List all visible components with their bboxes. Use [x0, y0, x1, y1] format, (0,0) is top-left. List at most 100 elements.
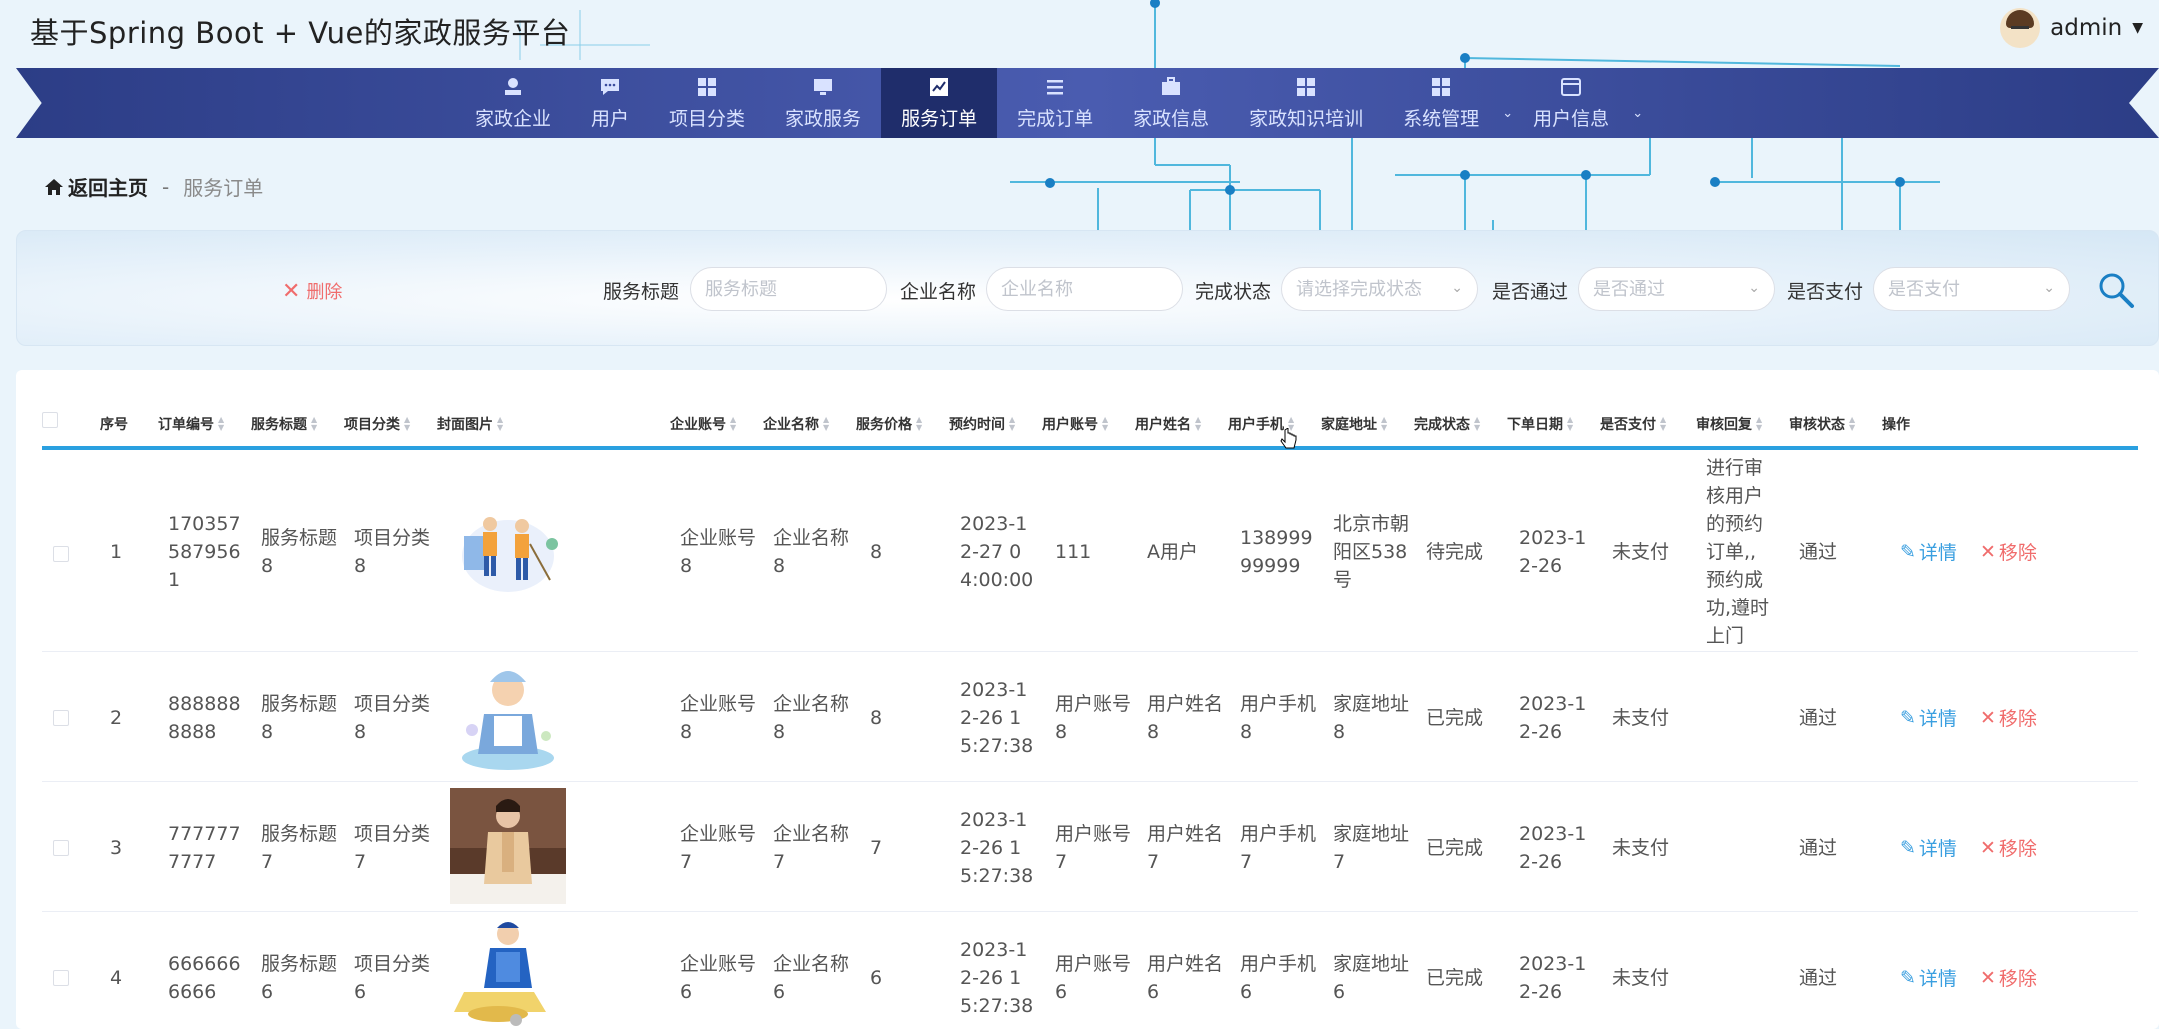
cell-company-name: 企业名称8 [773, 527, 850, 577]
user-stamp-icon [505, 77, 521, 95]
cell-category: 项目分类8 [354, 527, 431, 577]
cell-phone: 用户手机7 [1240, 823, 1317, 873]
breadcrumb-home[interactable]: 返回主页 [44, 172, 148, 201]
cell-address: 家庭地址7 [1333, 823, 1410, 873]
user-name[interactable]: admin [2050, 15, 2122, 41]
breadcrumb-home-label[interactable]: 返回主页 [68, 172, 148, 201]
th-status[interactable]: 完成状态 ▲ ▼ [1414, 414, 1480, 434]
edit-icon: ✎ [1900, 540, 1916, 563]
nav-label: 用户 [591, 107, 630, 130]
nav-item-system[interactable]: 系统管理 ⌄ [1383, 68, 1513, 138]
cover-image-maid-photo[interactable] [450, 788, 566, 904]
nav-item-info[interactable]: 家政信息 [1113, 68, 1229, 138]
pass-input[interactable] [1593, 278, 1760, 300]
cover-image-cleaner-vacuum[interactable] [450, 918, 566, 1029]
cell-paid: 未支付 [1612, 707, 1670, 729]
company-input[interactable] [1001, 278, 1168, 300]
remove-button[interactable]: ✕ 移除 [1980, 538, 2037, 565]
status-select[interactable]: ⌄ [1281, 267, 1478, 311]
close-icon: ✕ [1980, 836, 1996, 859]
remove-button[interactable]: ✕ 移除 [1980, 964, 2037, 991]
pass-select[interactable]: ⌄ [1578, 267, 1775, 311]
th-actions: 操作 [1882, 417, 1910, 433]
th-address[interactable]: 家庭地址 ▲ ▼ [1321, 414, 1387, 434]
cell-company-account: 企业账号7 [680, 823, 757, 873]
row-checkbox[interactable] [53, 970, 69, 986]
sort-icon: ▲ ▼ [1009, 415, 1016, 432]
cell-title: 服务标题8 [261, 527, 338, 577]
th-date[interactable]: 下单日期 ▲ ▼ [1507, 414, 1573, 434]
detail-button[interactable]: ✎ 详情 [1900, 964, 1957, 991]
th-user-name[interactable]: 用户姓名 ▲ ▼ [1135, 414, 1201, 434]
nav-item-companies[interactable]: 家政企业 [455, 68, 571, 138]
th-company-account[interactable]: 企业账号 ▲ ▼ [670, 414, 736, 434]
th-time[interactable]: 预约时间 ▲ ▼ [949, 414, 1015, 434]
cell-phone: 用户手机6 [1240, 953, 1317, 1003]
pay-input[interactable] [1888, 278, 2055, 300]
caret-down-icon[interactable]: ▼ [2132, 20, 2143, 36]
cover-image-housekeeper[interactable] [450, 660, 566, 776]
nav-item-users[interactable]: 用户 [571, 68, 649, 138]
th-category[interactable]: 项目分类 ▲ ▼ [344, 414, 410, 434]
th-reply[interactable]: 审核回复 ▲ ▼ [1696, 414, 1762, 434]
th-user-account[interactable]: 用户账号 ▲ ▼ [1042, 414, 1108, 434]
nav-item-services[interactable]: 家政服务 [765, 68, 881, 138]
detail-button[interactable]: ✎ 详情 [1900, 538, 1957, 565]
nav-item-user-info[interactable]: 用户信息 ⌄ [1513, 68, 1643, 138]
sort-icon: ▲ ▼ [1756, 415, 1763, 432]
detail-button[interactable]: ✎ 详情 [1900, 834, 1957, 861]
grid-icon [698, 77, 717, 96]
row-checkbox[interactable] [53, 840, 69, 856]
pay-select[interactable]: ⌄ [1873, 267, 2070, 311]
cell-price: 8 [870, 707, 883, 729]
row-checkbox[interactable] [53, 710, 69, 726]
edit-icon: ✎ [1900, 706, 1916, 729]
chevron-down-icon: ⌄ [1451, 280, 1463, 296]
nav-item-categories[interactable]: 项目分类 [649, 68, 765, 138]
sort-icon: ▲ ▼ [311, 415, 318, 432]
cell-paid: 未支付 [1612, 837, 1670, 859]
sort-icon: ▲ ▼ [404, 415, 411, 432]
nav-label: 项目分类 [669, 107, 746, 130]
cell-company-name: 企业名称7 [773, 823, 850, 873]
cell-audit: 通过 [1799, 541, 1838, 563]
cell-time: 2023-12-26 15:27:38 [960, 809, 1034, 887]
avatar[interactable] [2000, 8, 2041, 48]
remove-button[interactable]: ✕ 移除 [1980, 704, 2037, 731]
cell-status: 已完成 [1426, 967, 1484, 989]
cell-category: 项目分类8 [354, 693, 431, 743]
th-cover[interactable]: 封面图片 ▲ ▼ [437, 414, 503, 434]
nav-item-completed-orders[interactable]: 完成订单 [997, 68, 1113, 138]
close-icon: ✕ [1980, 706, 1996, 729]
th-company-name[interactable]: 企业名称 ▲ ▼ [763, 414, 829, 434]
th-price[interactable]: 服务价格 ▲ ▼ [856, 414, 922, 434]
cell-address: 北京市朝阳区538号 [1333, 513, 1410, 591]
cell-phone: 13899999999 [1240, 527, 1313, 577]
status-input[interactable] [1296, 278, 1463, 300]
remove-button[interactable]: ✕ 移除 [1980, 834, 2037, 861]
th-audit[interactable]: 审核状态 ▲ ▼ [1789, 414, 1855, 434]
select-all-checkbox[interactable] [42, 412, 58, 428]
cell-company-name: 企业名称8 [773, 693, 850, 743]
th-order-no[interactable]: 订单编号 ▲ ▼ [158, 414, 224, 434]
row-checkbox[interactable] [53, 546, 69, 562]
nav-item-training[interactable]: 家政知识培训 [1229, 68, 1383, 138]
nav-item-orders[interactable]: 服务订单 [881, 68, 998, 138]
cover-image-cleaners[interactable] [450, 496, 566, 612]
nav-label: 用户信息 [1533, 107, 1610, 130]
delete-button[interactable]: ✕ 删除 [282, 278, 342, 304]
sort-icon: ▲ ▼ [1567, 415, 1574, 432]
cell-category: 项目分类7 [354, 823, 431, 873]
nav-label: 系统管理 [1403, 107, 1480, 130]
th-paid[interactable]: 是否支付 ▲ ▼ [1600, 414, 1666, 434]
chevron-down-icon: ⌄ [1748, 280, 1760, 296]
company-filter-input[interactable] [986, 267, 1183, 311]
th-title[interactable]: 服务标题 ▲ ▼ [251, 414, 317, 434]
detail-button[interactable]: ✎ 详情 [1900, 704, 1957, 731]
title-filter-input[interactable] [690, 267, 887, 311]
company-filter-label: 企业名称 [900, 281, 977, 303]
user-menu[interactable]: admin ▼ [2000, 8, 2143, 48]
cell-address: 家庭地址6 [1333, 953, 1410, 1003]
title-input[interactable] [705, 278, 872, 300]
search-icon[interactable] [2096, 270, 2136, 310]
